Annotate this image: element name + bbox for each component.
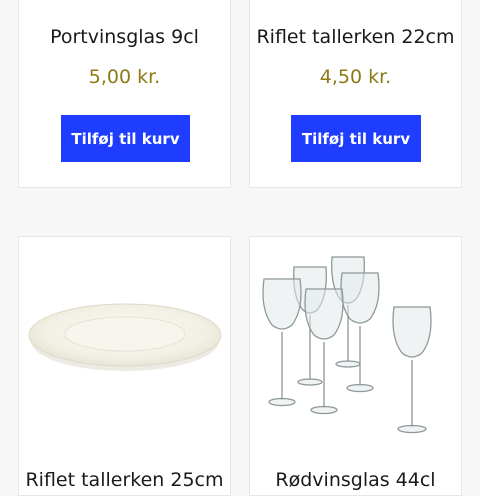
product-price: 4,50 kr. [319,66,392,88]
product-card[interactable]: Rødvinsglas 44cl [249,236,462,496]
product-name[interactable]: Riflet tallerken 25cm [19,469,230,491]
product-name[interactable]: Riflet tallerken 22cm [250,26,461,48]
add-to-cart-button[interactable]: Tilføj til kurv [61,115,190,162]
wine-glasses-image[interactable] [250,237,462,467]
product-card[interactable]: Riflet tallerken 25cm [18,236,231,496]
product-name[interactable]: Portvinsglas 9cl [19,26,230,48]
add-to-cart-button[interactable]: Tilføj til kurv [291,115,421,162]
plate-image[interactable] [19,237,231,467]
product-card[interactable]: Portvinsglas 9cl 5,00 kr. Tilføj til kur… [18,0,231,188]
product-name[interactable]: Rødvinsglas 44cl [250,469,461,491]
product-card[interactable]: Riflet tallerken 22cm 4,50 kr. Tilføj ti… [249,0,462,188]
product-price: 5,00 kr. [88,66,161,88]
